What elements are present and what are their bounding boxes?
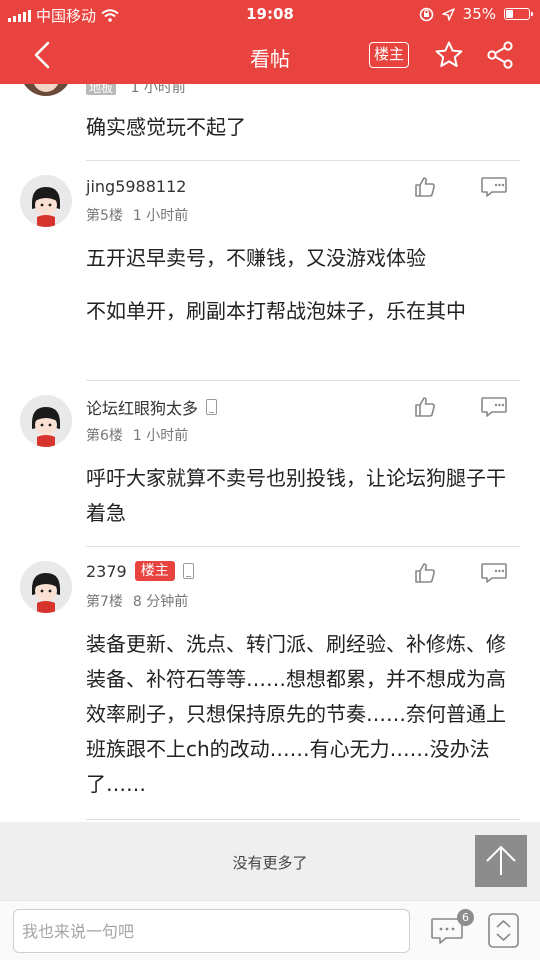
status-bar: 中国移动 19:08 35%: [0, 0, 540, 28]
reply-icon[interactable]: [480, 175, 508, 199]
no-more-label: 没有更多了: [232, 854, 308, 872]
comment-content: 呼吁大家就算不卖号也别投钱，让论坛狗腿子干着急: [86, 461, 511, 531]
post-time: 1 小时前: [132, 208, 189, 224]
comment-paragraph: 不如单开，刷副本打帮战泡妹子，乐在其中: [86, 299, 466, 323]
username[interactable]: 论坛红眼狗太多: [86, 395, 218, 419]
comment-paragraph: 呼吁大家就算不卖号也别投钱，让论坛狗腿子干着急: [86, 466, 506, 525]
status-right: 35%: [419, 5, 533, 23]
username[interactable]: jing5988112: [86, 177, 186, 196]
comment-item: jing5988112 第5楼 1 小时前 五开迟早卖号，不赚钱，又没游戏体验 不…: [0, 161, 540, 381]
comment-item: 论坛红眼狗太多 第6楼 1 小时前 呼吁大家就算不卖号也别投钱，让论坛狗腿子干着急: [0, 381, 540, 547]
comment-paragraph: 装备更新、洗点、转门派、刷经验、补修炼、修装备、补符石等等……想想都累，并不想成…: [86, 632, 506, 796]
thumbs-up-icon[interactable]: [413, 395, 437, 419]
comment-content: 装备更新、洗点、转门派、刷经验、补修炼、修装备、补符石等等……想想都累，并不想成…: [86, 627, 511, 802]
mobile-icon: [206, 399, 218, 415]
avatar[interactable]: [20, 561, 72, 613]
reply-input[interactable]: [13, 909, 410, 953]
post-time: 1 小时前: [130, 84, 186, 96]
thumbs-up-icon[interactable]: [413, 175, 437, 199]
star-icon[interactable]: [434, 40, 464, 70]
avatar[interactable]: [20, 395, 72, 447]
divider: [86, 819, 520, 820]
page-jump-icon[interactable]: [488, 913, 519, 948]
arrow-up-icon[interactable]: [475, 835, 527, 887]
owner-badge: 楼主: [134, 561, 175, 581]
header: 中国移动 19:08 35% 看帖 楼主: [0, 0, 540, 84]
comment-feed[interactable]: 地板 1 小时前 确实感觉玩不起了 jing5988112 第5楼 1 小时前: [0, 84, 540, 822]
comment-content: 五开迟早卖号，不赚钱，又没游戏体验 不如单开，刷副本打帮战泡妹子，乐在其中: [86, 241, 511, 329]
comment-meta: 第7楼 8 分钟前: [86, 591, 188, 611]
mobile-icon: [182, 563, 194, 579]
username-text: 论坛红眼狗太多: [86, 399, 199, 418]
end-of-list: 没有更多了: [0, 822, 540, 900]
comment-content: 确实感觉玩不起了: [86, 110, 511, 145]
floor-label: 第5楼: [86, 208, 123, 224]
thumbs-up-icon[interactable]: [413, 561, 437, 585]
rotation-lock-icon: [419, 7, 433, 21]
post-time: 1 小时前: [132, 428, 189, 444]
location-icon: [441, 7, 455, 21]
comment-count-badge: 6: [457, 909, 474, 926]
reply-icon[interactable]: [480, 561, 508, 585]
bottom-bar: 6: [0, 900, 540, 960]
floor-label: 第6楼: [86, 428, 123, 444]
post-time: 8 分钟前: [132, 594, 189, 610]
avatar[interactable]: [20, 175, 72, 227]
username[interactable]: 2379 楼主: [86, 561, 194, 581]
comment-meta: 地板 1 小时前: [86, 84, 186, 97]
reply-icon[interactable]: [480, 395, 508, 419]
floor-label: 第7楼: [86, 594, 123, 610]
username-text: 2379: [86, 561, 127, 581]
battery-percent: 35%: [462, 5, 496, 23]
comment-paragraph: 五开迟早卖号，不赚钱，又没游戏体验: [86, 246, 426, 270]
owner-only-button[interactable]: 楼主: [369, 42, 409, 68]
comment-paragraph: 确实感觉玩不起了: [86, 115, 246, 139]
comment-item: 2379 楼主 第7楼 8 分钟前 装备更新、洗点、转门派、刷经验、补修炼、修装备…: [0, 547, 540, 822]
floor-label: 地板: [86, 84, 117, 95]
username-text: jing5988112: [86, 177, 187, 196]
comment-item: 地板 1 小时前 确实感觉玩不起了: [0, 84, 540, 161]
share-icon[interactable]: [485, 40, 515, 70]
battery-icon: [504, 8, 533, 20]
comment-meta: 第6楼 1 小时前: [86, 425, 188, 445]
comment-meta: 第5楼 1 小时前: [86, 205, 188, 225]
nav-bar: 看帖 楼主: [0, 28, 540, 84]
avatar[interactable]: [20, 84, 72, 96]
